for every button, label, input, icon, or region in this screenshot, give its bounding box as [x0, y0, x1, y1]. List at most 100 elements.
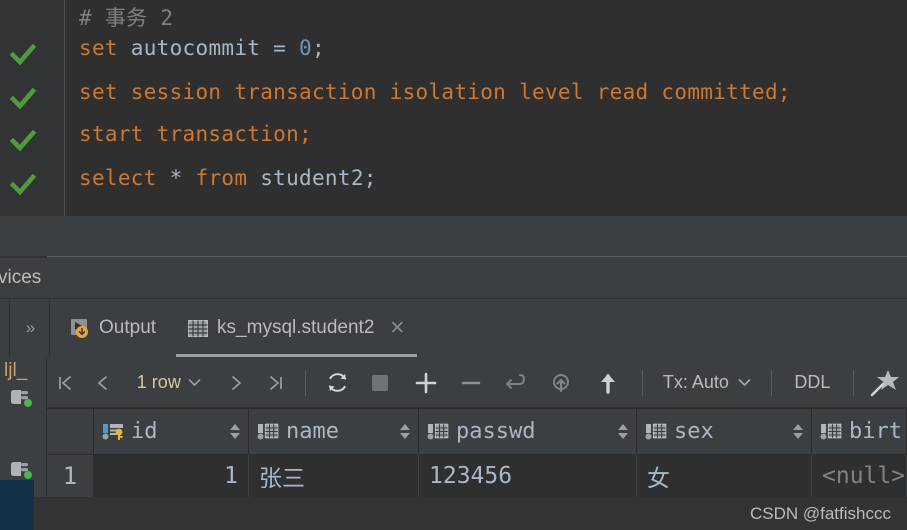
code-line: set autocommit = 0; — [79, 36, 325, 60]
minus-icon — [461, 381, 480, 384]
splitter-line-right[interactable] — [287, 256, 907, 257]
code-line: select * from student2; — [79, 166, 377, 190]
grid-header-sex[interactable]: sex — [637, 409, 812, 454]
tab-ks-mysql-student2[interactable]: ks_mysql.student2 ✕ — [176, 299, 417, 357]
splitter-line-left[interactable] — [47, 256, 287, 257]
ddl-button[interactable]: DDL — [782, 358, 843, 408]
undo-arrow-icon — [505, 373, 525, 389]
result-toolbar: 1 row Tx: Auto DDL — [47, 358, 907, 408]
tab-label: Output — [99, 317, 157, 338]
row-count-label: 1 row — [136, 372, 181, 392]
result-grid-header: id name passwd sex birt — [47, 409, 907, 454]
sql-editor[interactable]: # 事务 2 set autocommit = 0; set session tra… — [0, 0, 907, 216]
code-line: start transaction; — [79, 122, 312, 146]
status-accent-block — [0, 480, 34, 530]
code-token: set session transaction isolation level … — [79, 80, 791, 104]
database-plug-connected-icon[interactable] — [8, 458, 34, 480]
cell-birt[interactable]: <null> — [812, 455, 907, 497]
first-page-icon — [58, 375, 71, 390]
code-token: from — [195, 166, 261, 190]
revert-selected-button[interactable] — [540, 358, 585, 408]
tx-mode-dropdown[interactable]: Tx: Auto — [653, 358, 761, 408]
delete-row-button[interactable] — [449, 358, 492, 408]
editor-bottom-band-left — [0, 216, 47, 258]
output-console-icon — [70, 318, 90, 338]
cell-sex[interactable]: 女 — [637, 455, 812, 497]
close-icon[interactable]: ✕ — [389, 317, 405, 340]
code-token: autocommit — [130, 36, 274, 60]
result-grid[interactable]: id name passwd sex birt 1 1 张三 123456 女 <null> — [47, 409, 907, 497]
toolbar-separator — [770, 369, 772, 396]
table-grid-icon — [188, 319, 209, 337]
tool-window-title: vices — [0, 267, 42, 288]
chevron-left-icon — [98, 375, 107, 390]
sort-toggle-icon[interactable] — [793, 424, 803, 439]
sort-toggle-icon[interactable] — [230, 424, 240, 439]
watermark-label: CSDN @fatfishccc — [749, 504, 891, 523]
first-page-button[interactable] — [47, 358, 84, 408]
tab-output[interactable]: Output — [58, 299, 168, 357]
grid-header-birt[interactable]: birt — [812, 409, 907, 454]
column-primary-key-icon — [102, 423, 124, 441]
tool-window-header: vices — [0, 258, 907, 299]
column-icon — [257, 423, 279, 441]
refresh-icon — [328, 373, 346, 392]
grid-header-label: name — [286, 419, 339, 444]
toolbar-separator — [304, 369, 306, 396]
cell-id[interactable]: 1 — [94, 455, 249, 497]
add-row-button[interactable] — [402, 358, 449, 408]
stop-button[interactable] — [359, 358, 402, 408]
prev-page-button[interactable] — [84, 358, 121, 408]
row-count-dropdown[interactable]: 1 row — [122, 358, 216, 408]
upload-arrow-icon — [601, 373, 616, 394]
grid-header-name[interactable]: name — [249, 409, 419, 454]
grid-corner-cell[interactable] — [47, 409, 94, 454]
grid-header-label: id — [131, 419, 158, 444]
sort-toggle-icon[interactable] — [400, 424, 410, 439]
revert-button[interactable] — [492, 358, 539, 408]
tab-overflow-chevron-icon[interactable]: » — [11, 299, 50, 357]
pin-star-icon — [871, 369, 900, 396]
ddl-label: DDL — [794, 372, 831, 392]
grid-header-passwd[interactable]: passwd — [419, 409, 637, 454]
last-page-icon — [270, 375, 282, 390]
reload-button[interactable] — [316, 358, 359, 408]
chevron-down-icon — [188, 379, 201, 386]
editor-bottom-band — [0, 216, 907, 258]
column-icon — [645, 423, 667, 441]
chevron-right-icon — [231, 375, 241, 390]
grid-header-label: birt — [849, 419, 902, 444]
status-bar: CSDN @fatfishccc — [0, 497, 907, 530]
green-check-icon[interactable] — [8, 40, 38, 70]
green-check-icon[interactable] — [8, 170, 38, 200]
code-token: start transaction; — [79, 122, 312, 146]
cell-name[interactable]: 张三 — [249, 455, 419, 497]
green-check-icon[interactable] — [8, 84, 38, 114]
database-plug-connected-icon[interactable] — [8, 386, 34, 408]
code-token: set — [79, 36, 131, 60]
cell-passwd[interactable]: 123456 — [419, 455, 637, 497]
toolbar-separator — [852, 369, 854, 396]
tab-label: ks_mysql.student2 — [217, 317, 375, 338]
code-token: = — [273, 36, 300, 60]
tab-bar-left-stub — [0, 299, 10, 358]
table-row[interactable]: 1 1 张三 123456 女 <null> — [47, 455, 907, 497]
code-token: student2 — [260, 166, 364, 190]
grid-header-id[interactable]: id — [94, 409, 249, 454]
code-token: # 事务 2 — [79, 6, 174, 30]
editor-code-area[interactable]: # 事务 2 set autocommit = 0; set session tra… — [65, 0, 907, 216]
column-icon — [427, 423, 449, 441]
pin-tab-button[interactable] — [864, 358, 907, 408]
code-token: ; — [312, 36, 325, 60]
sort-toggle-icon[interactable] — [618, 424, 628, 439]
toolbar-separator — [641, 369, 643, 396]
row-number[interactable]: 1 — [47, 455, 94, 497]
grid-header-label: sex — [674, 419, 714, 444]
next-page-button[interactable] — [216, 358, 255, 408]
tx-mode-label: Tx: Auto — [662, 372, 729, 392]
submit-button[interactable] — [585, 358, 632, 408]
code-token: * — [169, 166, 196, 190]
green-check-icon[interactable] — [8, 126, 38, 156]
revert-selected-icon — [553, 373, 570, 392]
last-page-button[interactable] — [255, 358, 294, 408]
